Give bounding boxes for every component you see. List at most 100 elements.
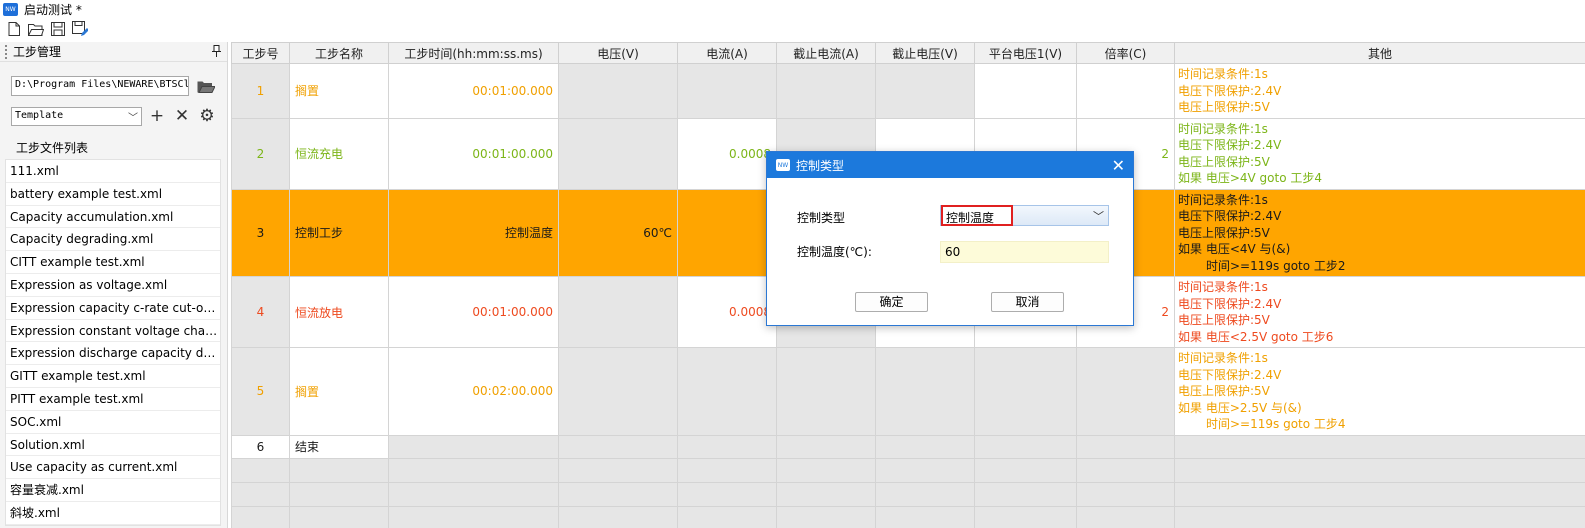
current-cell[interactable] — [677, 434, 777, 459]
list-item[interactable]: Expression constant voltage charg... — [6, 320, 220, 343]
step-time[interactable]: 00:01:00.000 — [388, 276, 559, 348]
pin-icon[interactable] — [212, 45, 221, 60]
delete-icon[interactable]: ✕ — [172, 106, 192, 126]
list-item[interactable]: Capacity accumulation.xml — [6, 206, 220, 229]
condition-line: 时间记录条件:1s — [1178, 121, 1268, 136]
file-list-label: 工步文件列表 — [16, 141, 89, 155]
list-item[interactable]: SOC.xml — [6, 411, 220, 434]
step-time[interactable]: 00:02:00.000 — [388, 347, 559, 436]
voltage-cell[interactable] — [558, 276, 678, 348]
ok-button[interactable]: 确定 — [855, 292, 928, 312]
voltage-cell[interactable] — [558, 347, 678, 436]
save-as-icon[interactable] — [71, 21, 88, 38]
col-header-cutoff-voltage[interactable]: 截止电压(V) — [875, 42, 975, 64]
cutoff-current-cell[interactable] — [776, 63, 876, 119]
rate-cell[interactable] — [1076, 434, 1175, 459]
cutoff-voltage-cell[interactable] — [875, 63, 975, 119]
step-name[interactable]: 恒流放电 — [289, 276, 389, 348]
current-cell[interactable] — [677, 347, 777, 436]
list-item[interactable]: CITT example test.xml — [6, 251, 220, 274]
rate-cell[interactable] — [1076, 63, 1175, 119]
open-folder-icon[interactable] — [27, 21, 44, 38]
list-item[interactable]: Solution.xml — [6, 434, 220, 457]
list-item[interactable]: battery example test.xml — [6, 183, 220, 206]
col-header-step-name[interactable]: 工步名称 — [289, 42, 389, 64]
new-file-icon[interactable] — [5, 21, 22, 38]
list-item[interactable]: Expression discharge capacity del... — [6, 342, 220, 366]
platform-voltage-cell[interactable] — [974, 434, 1077, 459]
add-icon[interactable]: + — [147, 106, 167, 126]
list-item[interactable]: GITT example test.xml — [6, 365, 220, 388]
cutoff-current-cell[interactable] — [776, 434, 876, 459]
rate-cell[interactable] — [1076, 347, 1175, 436]
step-name[interactable]: 控制工步 — [289, 188, 389, 277]
table-row[interactable]: 5 搁置 00:02:00.000 时间记录条件:1s 电压下限保护:2.4V … — [231, 347, 1585, 436]
control-type-value: 控制温度 — [941, 205, 1013, 226]
other-cell[interactable]: 时间记录条件:1s 电压下限保护:2.4V 电压上限保护:5V 如果 电压>2.… — [1174, 347, 1585, 436]
voltage-cell[interactable] — [558, 434, 678, 459]
other-cell[interactable] — [1174, 434, 1585, 459]
list-item[interactable]: PITT example test.xml — [6, 388, 220, 411]
other-cell[interactable]: 时间记录条件:1s 电压下限保护:2.4V 电压上限保护:5V 如果 电压<4V… — [1174, 188, 1585, 277]
step-name[interactable]: 恒流充电 — [289, 117, 389, 190]
table-row[interactable]: 1 搁置 00:01:00.000 时间记录条件:1s 电压下限保护:2.4V … — [231, 63, 1585, 119]
cancel-button[interactable]: 取消 — [991, 292, 1064, 312]
path-input[interactable]: D:\Program Files\NEWARE\BTSCl — [11, 76, 189, 96]
condition-line: 如果 电压>4V goto 工步4 — [1178, 171, 1322, 185]
current-cell[interactable] — [677, 188, 777, 277]
cutoff-current-cell[interactable] — [776, 347, 876, 436]
platform-voltage-cell[interactable] — [974, 347, 1077, 436]
col-header-step-time[interactable]: 工步时间(hh:mm:ss.ms) — [388, 42, 559, 64]
condition-line: 如果 电压>2.5V 与(&) — [1178, 400, 1302, 415]
condition-line: 电压下限保护:2.4V — [1178, 209, 1282, 223]
other-cell[interactable]: 时间记录条件:1s 电压下限保护:2.4V 电压上限保护:5V 如果 电压>4V… — [1174, 117, 1585, 190]
voltage-cell[interactable] — [558, 117, 678, 190]
other-cell[interactable]: 时间记录条件:1s 电压下限保护:2.4V 电压上限保护:5V — [1174, 63, 1585, 119]
step-time[interactable] — [388, 434, 559, 459]
step-no: 5 — [231, 347, 290, 436]
col-header-step-no[interactable]: 工步号 — [231, 42, 290, 64]
step-time[interactable]: 00:01:00.000 — [388, 117, 559, 190]
current-cell[interactable]: 0.0008 — [677, 117, 777, 190]
save-icon[interactable] — [49, 21, 66, 38]
list-item[interactable]: 容量衰减.xml — [6, 479, 220, 502]
platform-voltage-cell[interactable] — [974, 63, 1077, 119]
control-temp-input[interactable]: 60 — [940, 241, 1109, 263]
step-time[interactable]: 控制温度 — [388, 188, 559, 277]
cutoff-voltage-cell[interactable] — [875, 347, 975, 436]
drag-grip-icon[interactable] — [5, 44, 8, 59]
current-cell[interactable] — [677, 63, 777, 119]
cutoff-voltage-cell[interactable] — [875, 434, 975, 459]
step-name[interactable]: 搁置 — [289, 63, 389, 119]
col-header-platform-voltage[interactable]: 平台电压1(V) — [974, 42, 1077, 64]
list-item[interactable]: Expression capacity c-rate cut-off.... — [6, 297, 220, 320]
condition-line: 电压下限保护:2.4V — [1178, 296, 1282, 311]
step-name[interactable]: 结束 — [289, 434, 389, 459]
browse-folder-icon[interactable] — [195, 76, 217, 96]
col-header-other[interactable]: 其他 — [1174, 42, 1585, 64]
close-icon[interactable]: ✕ — [1112, 156, 1125, 175]
list-item[interactable]: Use capacity as current.xml — [6, 456, 220, 480]
list-item[interactable]: Expression as voltage.xml — [6, 274, 220, 297]
gear-icon[interactable]: ⚙ — [197, 106, 217, 126]
other-cell[interactable]: 时间记录条件:1s 电压下限保护:2.4V 电压上限保护:5V 如果 电压<2.… — [1174, 276, 1585, 348]
voltage-cell[interactable]: 60℃ — [558, 188, 678, 277]
list-item[interactable]: Capacity degrading.xml — [6, 228, 220, 252]
template-select[interactable]: Template ﹀ — [11, 106, 142, 126]
table-row[interactable]: 6 结束 — [231, 434, 1585, 459]
control-type-select[interactable]: 控制温度 ﹀ — [940, 205, 1109, 226]
col-header-voltage[interactable]: 电压(V) — [558, 42, 678, 64]
control-temp-label: 控制温度(℃): — [797, 245, 872, 259]
current-cell[interactable]: 0.0008 — [677, 276, 777, 348]
col-header-current[interactable]: 电流(A) — [677, 42, 777, 64]
col-header-rate[interactable]: 倍率(C) — [1076, 42, 1175, 64]
empty-row — [231, 481, 1585, 507]
list-item[interactable]: 111.xml — [6, 160, 220, 183]
list-item[interactable]: 斜坡.xml — [6, 502, 220, 525]
step-no: 3 — [231, 188, 290, 277]
step-name[interactable]: 搁置 — [289, 347, 389, 436]
dialog-title-bar[interactable]: NW 控制类型 ✕ — [767, 152, 1133, 178]
step-time[interactable]: 00:01:00.000 — [388, 63, 559, 119]
voltage-cell[interactable] — [558, 63, 678, 119]
col-header-cutoff-current[interactable]: 截止电流(A) — [776, 42, 876, 64]
